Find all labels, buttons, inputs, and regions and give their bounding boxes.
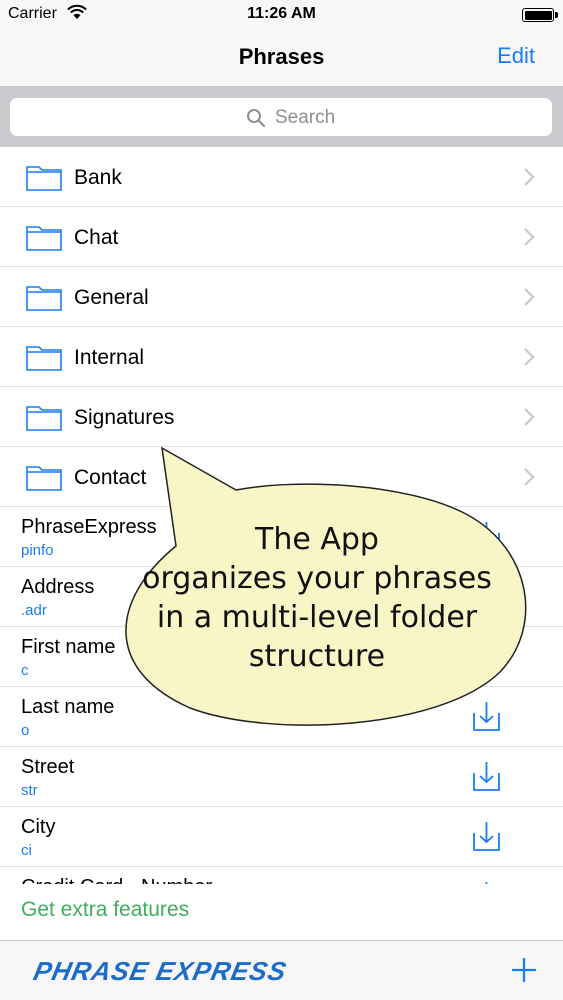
- extra-features-row: Get extra features: [0, 884, 563, 940]
- search-input[interactable]: Search: [10, 98, 552, 136]
- chevron-right-icon: [524, 348, 535, 366]
- phrase-name: Last name: [21, 696, 115, 718]
- callout-line: organizes your phrases: [142, 561, 492, 596]
- search-icon: [247, 109, 266, 128]
- add-icon[interactable]: [511, 957, 537, 983]
- list-item[interactable]: Last name o: [0, 687, 563, 747]
- folder-icon: [26, 406, 62, 431]
- phrase-abbreviation: ci: [21, 842, 32, 859]
- folder-label: Chat: [74, 226, 119, 249]
- navigation-bar: Phrases Edit: [0, 30, 563, 87]
- folder-icon: [26, 466, 62, 491]
- chevron-right-icon: [524, 168, 535, 186]
- folder-row[interactable]: Chat: [0, 207, 563, 267]
- phrase-abbreviation: pinfo: [21, 542, 54, 559]
- callout-line: The App: [255, 522, 379, 557]
- folder-icon: [26, 286, 62, 311]
- phrase-abbreviation: .adr: [21, 602, 47, 619]
- phrase-name: Address: [21, 576, 95, 598]
- folder-label: General: [74, 286, 149, 309]
- list-item[interactable]: Street str: [0, 747, 563, 807]
- insert-phrase-icon[interactable]: [473, 821, 500, 851]
- folder-label: Bank: [74, 166, 122, 189]
- search-placeholder: Search: [275, 107, 336, 128]
- folder-row[interactable]: Bank: [0, 147, 563, 207]
- phrase-express-logo: PHRASE EXPRESS: [30, 956, 290, 986]
- phrase-name: City: [21, 816, 56, 838]
- battery-icon: [522, 8, 558, 22]
- phrase-abbreviation: o: [21, 722, 30, 739]
- callout-line: in a multi-level folder: [156, 600, 478, 635]
- chevron-right-icon: [524, 468, 535, 486]
- phrase-name: First name: [21, 636, 116, 658]
- folder-icon: [26, 346, 62, 371]
- search-bar: Search: [0, 87, 563, 147]
- toolbar: PHRASE EXPRESS: [0, 940, 563, 1000]
- list-item[interactable]: City ci: [0, 807, 563, 867]
- folder-row[interactable]: Internal: [0, 327, 563, 387]
- edit-button[interactable]: Edit: [497, 43, 535, 69]
- folder-label: Signatures: [74, 406, 175, 429]
- chevron-right-icon: [524, 228, 535, 246]
- folder-icon: [26, 166, 62, 191]
- folder-row[interactable]: Contact: [0, 447, 563, 507]
- page-title: Phrases: [238, 44, 325, 69]
- phrase-abbreviation: str: [21, 782, 38, 799]
- chevron-right-icon: [524, 408, 535, 426]
- callout-text: The App organizes your phrases in a multi-…: [122, 520, 512, 676]
- phrase-name: Street: [21, 756, 75, 778]
- folder-row[interactable]: General: [0, 267, 563, 327]
- phrase-abbreviation: c: [21, 662, 29, 679]
- callout-line: structure: [248, 639, 386, 674]
- folder-icon: [26, 226, 62, 251]
- insert-phrase-icon[interactable]: [473, 701, 500, 731]
- folder-label: Internal: [74, 346, 145, 369]
- chevron-right-icon: [524, 288, 535, 306]
- status-bar: Carrier 11:26 AM: [0, 0, 563, 30]
- insert-phrase-icon[interactable]: [473, 761, 500, 791]
- get-extra-features-link[interactable]: Get extra features: [21, 898, 189, 922]
- phrase-list: Bank Chat General Internal Signatures Contact…: [0, 147, 563, 887]
- folder-label: Contact: [74, 466, 147, 489]
- clock: 11:26 AM: [247, 5, 316, 22]
- folder-row[interactable]: Signatures: [0, 387, 563, 447]
